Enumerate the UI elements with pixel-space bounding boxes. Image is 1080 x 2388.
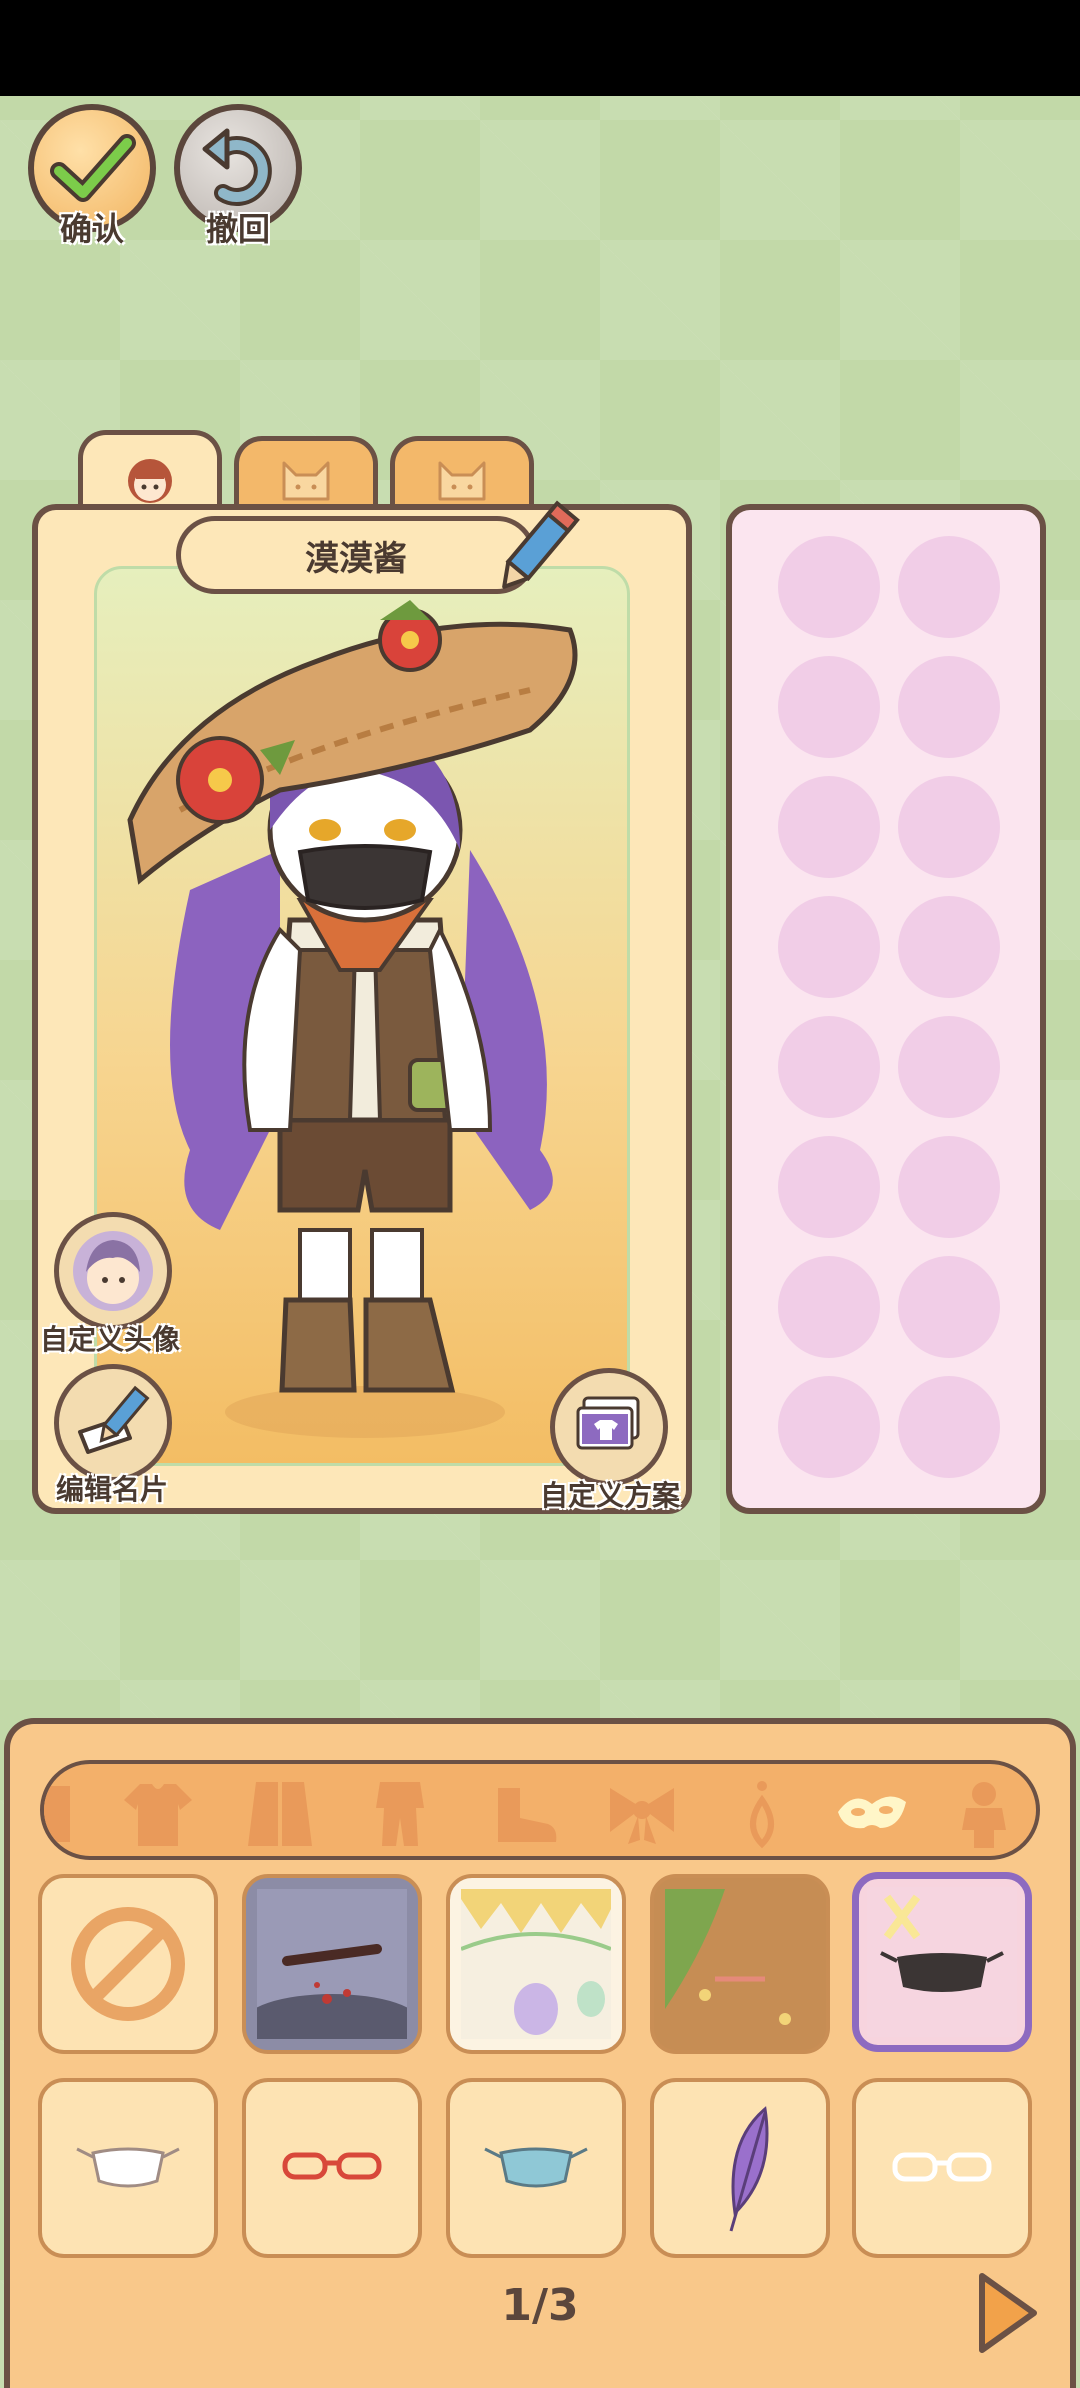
category-bar <box>40 1760 1040 1860</box>
custom-outfit-button[interactable] <box>550 1368 668 1486</box>
item-clear-glasses[interactable] <box>852 2078 1032 2258</box>
page-indicator: 1/3 <box>501 2280 579 2331</box>
accessory-slot[interactable] <box>778 1256 880 1358</box>
item-black-mask[interactable] <box>852 1872 1032 2052</box>
accessory-slot[interactable] <box>778 1136 880 1238</box>
accessory-slot[interactable] <box>898 536 1000 638</box>
item-scene-blood[interactable] <box>242 1874 422 2054</box>
scene-blood-icon <box>257 1889 407 2039</box>
pencil-icon[interactable] <box>490 500 580 600</box>
bow-icon[interactable] <box>604 1778 680 1850</box>
item-red-glasses[interactable] <box>242 2078 422 2258</box>
partial-category-icon[interactable] <box>44 1778 90 1850</box>
accessory-slot[interactable] <box>898 1376 1000 1478</box>
accessory-slot[interactable] <box>778 1016 880 1118</box>
figure-icon[interactable] <box>946 1778 1022 1850</box>
cat-face-icon <box>438 461 486 500</box>
accessory-slot[interactable] <box>898 1256 1000 1358</box>
item-white-mask[interactable] <box>38 2078 218 2258</box>
edit-card-label: 编辑名片 <box>56 1473 169 1506</box>
mask-icon[interactable] <box>824 1778 920 1850</box>
accessory-slot[interactable] <box>778 1376 880 1478</box>
custom-avatar-button[interactable] <box>54 1212 172 1330</box>
purple-feather-icon <box>729 2106 769 2232</box>
confirm-label: 确认 <box>59 210 124 248</box>
blue-mask-icon <box>484 2147 588 2188</box>
accessory-slot-panel <box>726 504 1046 1514</box>
accessory-slot[interactable] <box>898 896 1000 998</box>
custom-avatar-label: 自定义头像 <box>40 1323 181 1356</box>
shoe-icon[interactable] <box>486 1778 562 1850</box>
accessory-slot[interactable] <box>898 656 1000 758</box>
accessory-slot[interactable] <box>778 896 880 998</box>
status-bar <box>0 0 1080 96</box>
checkmark-icon <box>50 134 136 202</box>
undo-label: 撤回 <box>205 210 270 248</box>
accessory-slot[interactable] <box>778 776 880 878</box>
accessory-slot[interactable] <box>898 776 1000 878</box>
accessory-slot[interactable] <box>778 656 880 758</box>
cat-face-icon <box>282 461 330 500</box>
edit-card-button[interactable] <box>54 1364 172 1482</box>
outfit-cards-icon <box>576 1396 640 1450</box>
accessory-slot[interactable] <box>778 536 880 638</box>
item-none[interactable] <box>38 1874 218 2054</box>
none-icon <box>71 1907 185 2021</box>
character-illustration <box>127 600 578 1438</box>
avatar-face-icon <box>73 1231 153 1311</box>
item-scene-party[interactable] <box>446 1874 626 2054</box>
earring-icon[interactable] <box>724 1778 800 1850</box>
clear-glasses-icon <box>892 2152 992 2182</box>
scene-forest-icon <box>665 1889 815 2039</box>
outfit-icon[interactable] <box>362 1778 438 1850</box>
red-glasses-icon <box>282 2152 382 2180</box>
edit-card-icon <box>78 1385 150 1454</box>
item-purple-feather[interactable] <box>650 2078 830 2258</box>
scene-party-icon <box>461 1889 611 2039</box>
next-page-arrow-icon[interactable] <box>972 2268 1042 2358</box>
item-blue-mask[interactable] <box>446 2078 626 2258</box>
shirt-icon[interactable] <box>120 1778 196 1850</box>
accessory-slot[interactable] <box>898 1136 1000 1238</box>
coat-icon[interactable] <box>242 1778 318 1850</box>
item-scene-forest[interactable] <box>650 1874 830 2054</box>
custom-outfit-label: 自定义方案 <box>540 1479 681 1512</box>
undo-arrow-icon <box>202 128 272 206</box>
accessory-slot[interactable] <box>898 1016 1000 1118</box>
girl-face-icon <box>128 458 172 503</box>
character-name[interactable]: 漠漠酱 <box>176 516 536 594</box>
white-mask-icon <box>76 2147 180 2188</box>
black-mask-icon <box>867 1887 1017 2037</box>
